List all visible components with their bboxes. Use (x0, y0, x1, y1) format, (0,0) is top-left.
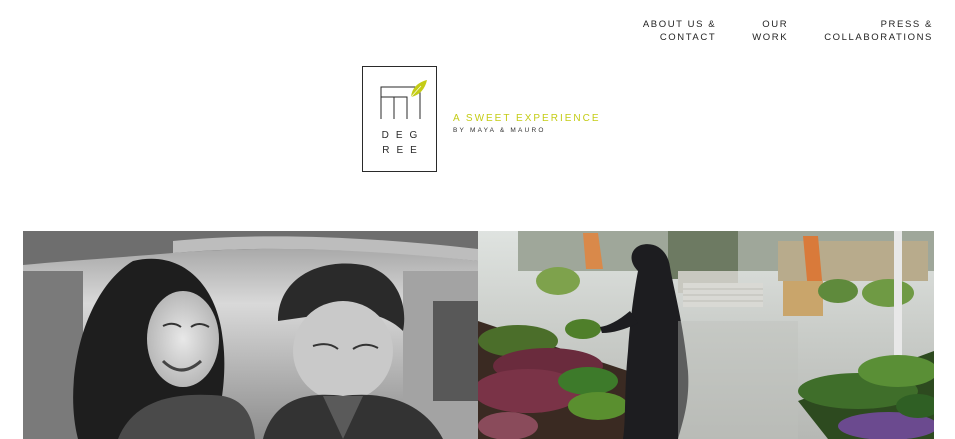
nav-our-work-line2: WORK (752, 32, 789, 43)
main-nav: ABOUT US & CONTACT OUR WORK PRESS & COLL… (643, 18, 933, 44)
tagline-subtitle: BY MAYA & MAURO (453, 127, 546, 134)
logo-text-line1: DEG (381, 130, 425, 141)
nav-our-work-line1: OUR (762, 19, 789, 30)
hero-photos (23, 231, 934, 439)
nav-press-line2: COLLABORATIONS (824, 32, 933, 43)
couple-laughing-market-photo (23, 231, 478, 439)
farmers-market-stall-photo (478, 231, 934, 439)
site-logo[interactable]: DEG REE (362, 66, 437, 172)
nav-about-contact-line2: CONTACT (659, 32, 717, 43)
nav-about-contact-line1: ABOUT US & (642, 19, 717, 30)
tagline: A SWEET EXPERIENCE BY MAYA & MAURO (453, 113, 601, 134)
logo-mark-icon (380, 80, 427, 119)
nav-about-contact[interactable]: ABOUT US & CONTACT (643, 18, 716, 44)
nav-press-collaborations[interactable]: PRESS & COLLABORATIONS (824, 18, 933, 44)
logo-text-line2: REE (382, 145, 424, 156)
brand: DEG REE A SWEET EXPERIENCE BY MAYA & MAU… (362, 66, 601, 172)
tagline-title: A SWEET EXPERIENCE (453, 113, 601, 124)
nav-press-line1: PRESS & (880, 19, 933, 30)
page: ABOUT US & CONTACT OUR WORK PRESS & COLL… (0, 0, 955, 439)
nav-our-work[interactable]: OUR WORK (752, 18, 788, 44)
